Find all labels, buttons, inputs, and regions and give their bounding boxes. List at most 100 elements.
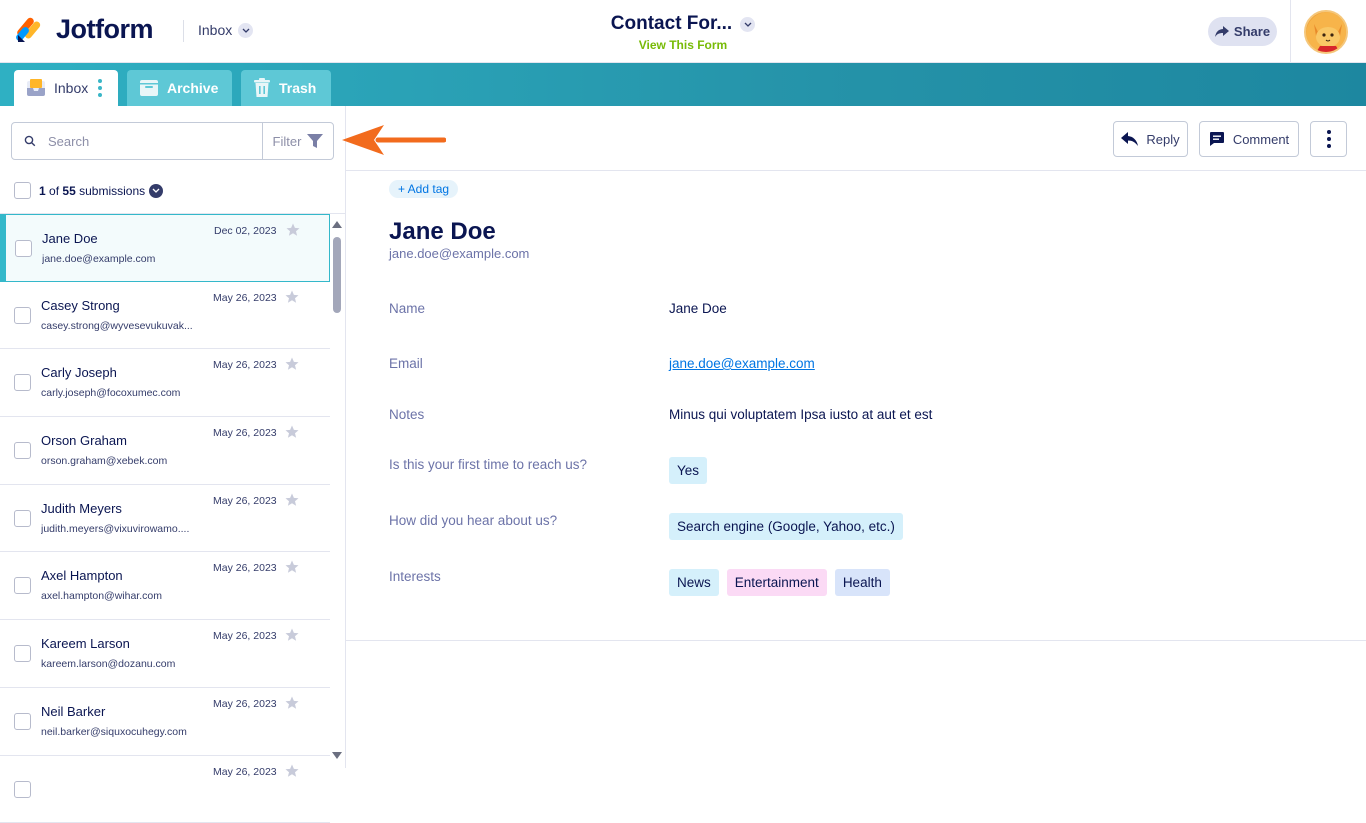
row-checkbox[interactable] bbox=[14, 713, 31, 730]
submitter-email: casey.strong@wyvesevukuvak... bbox=[41, 320, 201, 332]
star-icon[interactable] bbox=[285, 764, 299, 778]
row-checkbox[interactable] bbox=[14, 781, 31, 798]
list-item[interactable]: Neil Barker neil.barker@siquxocuhegy.com… bbox=[0, 688, 330, 756]
count-current: 1 bbox=[39, 184, 46, 198]
count-total: 55 bbox=[62, 184, 75, 198]
row-checkbox[interactable] bbox=[14, 307, 31, 324]
star-icon[interactable] bbox=[285, 357, 299, 371]
submitter-email: kareem.larson@dozanu.com bbox=[41, 658, 201, 670]
tab-inbox[interactable]: Inbox bbox=[14, 70, 118, 106]
reply-label: Reply bbox=[1146, 132, 1179, 147]
star-icon[interactable] bbox=[285, 493, 299, 507]
search-placeholder: Search bbox=[48, 134, 89, 149]
scroll-down-icon[interactable] bbox=[332, 752, 342, 759]
submitter-email: neil.barker@siquxocuhegy.com bbox=[41, 726, 201, 738]
field-value-interests: NewsEntertainmentHealth bbox=[669, 569, 898, 596]
row-checkbox[interactable] bbox=[14, 374, 31, 391]
form-title-text: Contact For... bbox=[611, 13, 732, 35]
chevron-down-icon[interactable] bbox=[740, 17, 755, 32]
field-value-name: Jane Doe bbox=[669, 301, 727, 316]
field-value-hear: Search engine (Google, Yahoo, etc.) bbox=[669, 513, 911, 540]
row-checkbox[interactable] bbox=[14, 645, 31, 662]
list-item[interactable]: Orson Graham orson.graham@xebek.com May … bbox=[0, 417, 330, 485]
submitter-name-heading: Jane Doe bbox=[389, 218, 496, 246]
tab-inbox-label: Inbox bbox=[54, 80, 88, 96]
kebab-menu-icon bbox=[1327, 130, 1331, 148]
list-item[interactable]: Axel Hampton axel.hampton@wihar.com May … bbox=[0, 552, 330, 620]
avatar[interactable] bbox=[1304, 10, 1348, 54]
submitter-name: Orson Graham bbox=[41, 433, 127, 448]
list-item[interactable]: Kareem Larson kareem.larson@dozanu.com M… bbox=[0, 620, 330, 688]
submitter-name: Jane Doe bbox=[42, 231, 98, 246]
row-checkbox[interactable] bbox=[15, 240, 32, 257]
star-icon[interactable] bbox=[285, 696, 299, 710]
submission-date: May 26, 2023 bbox=[213, 562, 277, 574]
top-header: Jotform Inbox Contact For... View This F… bbox=[0, 0, 1366, 63]
chevron-down-icon[interactable] bbox=[149, 184, 163, 198]
field-label-first-time: Is this your first time to reach us? bbox=[389, 457, 587, 472]
field-label-notes: Notes bbox=[389, 407, 424, 422]
comment-button[interactable]: Comment bbox=[1199, 121, 1299, 157]
scrollbar-thumb[interactable] bbox=[333, 237, 341, 313]
interest-chip: News bbox=[669, 569, 719, 596]
field-label-email: Email bbox=[389, 356, 423, 371]
email-link[interactable]: jane.doe@example.com bbox=[669, 356, 815, 371]
search-icon bbox=[24, 135, 36, 147]
inbox-icon bbox=[26, 79, 46, 97]
submission-date: May 26, 2023 bbox=[213, 427, 277, 439]
submission-list-panel: Search Filter 1 of 55 submissions Jane D… bbox=[0, 106, 346, 768]
answer-chip: Search engine (Google, Yahoo, etc.) bbox=[669, 513, 903, 540]
filter-button[interactable]: Filter bbox=[262, 122, 334, 160]
tab-archive-label: Archive bbox=[167, 80, 218, 96]
submission-toolbar: Reply Comment bbox=[346, 106, 1366, 171]
star-icon[interactable] bbox=[285, 560, 299, 574]
star-icon[interactable] bbox=[285, 628, 299, 642]
submitter-email: jane.doe@example.com bbox=[42, 253, 202, 265]
search-input[interactable]: Search bbox=[11, 122, 263, 160]
submission-date: May 26, 2023 bbox=[213, 292, 277, 304]
tab-archive[interactable]: Archive bbox=[127, 70, 232, 106]
field-label-interests: Interests bbox=[389, 569, 441, 584]
submission-date: May 26, 2023 bbox=[213, 630, 277, 642]
count-of: of bbox=[49, 184, 59, 198]
submission-list: Jane Doe jane.doe@example.com Dec 02, 20… bbox=[0, 214, 330, 823]
star-icon[interactable] bbox=[285, 425, 299, 439]
share-button[interactable]: Share bbox=[1208, 17, 1277, 46]
submission-date: May 26, 2023 bbox=[213, 359, 277, 371]
submitter-email: orson.graham@xebek.com bbox=[41, 455, 201, 467]
share-arrow-icon bbox=[1215, 26, 1229, 37]
select-all-row: 1 of 55 submissions bbox=[14, 182, 163, 199]
list-item[interactable]: Jane Doe jane.doe@example.com Dec 02, 20… bbox=[0, 214, 330, 282]
submitter-email: judith.meyers@vixuvirowamo.... bbox=[41, 523, 201, 535]
reply-button[interactable]: Reply bbox=[1113, 121, 1188, 157]
list-item[interactable]: Carly Joseph carly.joseph@focoxumec.com … bbox=[0, 349, 330, 417]
star-icon[interactable] bbox=[286, 223, 300, 237]
row-checkbox[interactable] bbox=[14, 577, 31, 594]
form-title-block: Contact For... View This Form bbox=[0, 13, 1366, 52]
submitter-name: Carly Joseph bbox=[41, 365, 117, 380]
row-checkbox[interactable] bbox=[14, 442, 31, 459]
count-suffix: submissions bbox=[79, 184, 145, 198]
submitter-name: Axel Hampton bbox=[41, 568, 123, 583]
add-tag-button[interactable]: + Add tag bbox=[389, 180, 458, 198]
row-checkbox[interactable] bbox=[14, 510, 31, 527]
select-all-checkbox[interactable] bbox=[14, 182, 31, 199]
answer-chip: Yes bbox=[669, 457, 707, 484]
tab-options-icon[interactable] bbox=[98, 79, 102, 97]
more-options-button[interactable] bbox=[1310, 121, 1347, 157]
list-scrollbar[interactable] bbox=[331, 221, 344, 761]
view-form-link[interactable]: View This Form bbox=[0, 38, 1366, 52]
scroll-up-icon[interactable] bbox=[332, 221, 342, 228]
submitter-email: axel.hampton@wihar.com bbox=[41, 590, 201, 602]
star-icon[interactable] bbox=[285, 290, 299, 304]
interest-chip: Health bbox=[835, 569, 890, 596]
list-item[interactable]: Casey Strong casey.strong@wyvesevukuvak.… bbox=[0, 282, 330, 350]
archive-icon bbox=[139, 79, 159, 97]
filter-label: Filter bbox=[273, 134, 302, 149]
list-item[interactable]: Judith Meyers judith.meyers@vixuvirowamo… bbox=[0, 485, 330, 553]
field-value-first-time: Yes bbox=[669, 457, 715, 484]
field-value-notes: Minus qui voluptatem Ipsa iusto at aut e… bbox=[669, 407, 932, 422]
form-title[interactable]: Contact For... bbox=[611, 13, 755, 35]
tab-trash[interactable]: Trash bbox=[241, 70, 331, 106]
list-item[interactable]: May 26, 2023 bbox=[0, 756, 330, 823]
